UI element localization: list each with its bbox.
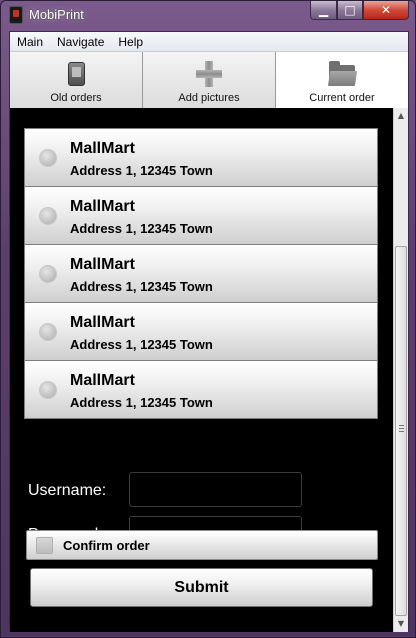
store-list-item[interactable]: MallMart Address 1, 12345 Town (24, 244, 378, 302)
app-icon (9, 6, 23, 24)
app-window: MobiPrint ▁ □ ✕ Main Navigate Help Old o… (0, 0, 416, 638)
tab-bar: Old orders Add pictures Current order (10, 52, 408, 108)
store-address: Address 1, 12345 Town (70, 163, 213, 178)
store-list-item[interactable]: MallMart Address 1, 12345 Town (24, 360, 378, 419)
store-radio[interactable] (39, 323, 57, 341)
tab-add-pictures-label: Add pictures (178, 92, 240, 104)
menu-navigate[interactable]: Navigate (50, 32, 111, 52)
username-label: Username: (28, 482, 107, 499)
phone-icon (61, 60, 91, 88)
store-list-item[interactable]: MallMart Address 1, 12345 Town (24, 128, 378, 186)
maximize-button[interactable]: □ (337, 1, 363, 20)
store-radio[interactable] (39, 381, 57, 399)
client-area: Main Navigate Help Old orders Add pictur… (9, 31, 409, 632)
minimize-button[interactable]: ▁ (310, 1, 337, 20)
tab-old-orders-label: Old orders (50, 92, 102, 104)
folder-icon (327, 60, 358, 88)
title-bar[interactable]: MobiPrint ▁ □ ✕ (1, 1, 415, 29)
vertical-scrollbar[interactable]: ▲ ▼ (393, 108, 408, 632)
store-radio[interactable] (39, 265, 57, 283)
confirm-order-row[interactable]: Confirm order (26, 530, 378, 560)
menu-main[interactable]: Main (10, 32, 50, 52)
window-controls: ▁ □ ✕ (310, 1, 409, 21)
scroll-up-icon[interactable]: ▲ (394, 108, 408, 124)
store-list-item[interactable]: MallMart Address 1, 12345 Town (24, 186, 378, 244)
username-field[interactable] (129, 472, 302, 507)
store-name: MallMart (70, 198, 135, 215)
scroll-thumb[interactable] (395, 246, 407, 616)
menu-help[interactable]: Help (111, 32, 150, 52)
tab-old-orders[interactable]: Old orders (10, 52, 143, 108)
store-radio[interactable] (39, 207, 57, 225)
current-order-panel: MallMart Address 1, 12345 Town MallMart … (10, 108, 408, 632)
store-name: MallMart (70, 256, 135, 273)
tab-current-order[interactable]: Current order (276, 52, 408, 108)
store-address: Address 1, 12345 Town (70, 337, 213, 352)
store-address: Address 1, 12345 Town (70, 279, 213, 294)
confirm-order-label: Confirm order (63, 538, 150, 553)
plus-icon (194, 60, 224, 88)
store-name: MallMart (70, 140, 135, 157)
store-name: MallMart (70, 314, 135, 331)
confirm-order-checkbox[interactable] (36, 537, 53, 554)
store-address: Address 1, 12345 Town (70, 221, 213, 236)
store-address: Address 1, 12345 Town (70, 395, 213, 410)
close-button[interactable]: ✕ (363, 1, 409, 20)
store-list: MallMart Address 1, 12345 Town MallMart … (24, 128, 378, 420)
store-radio[interactable] (39, 149, 57, 167)
tab-current-order-label: Current order (309, 92, 375, 104)
store-list-item[interactable]: MallMart Address 1, 12345 Town (24, 302, 378, 360)
scroll-down-icon[interactable]: ▼ (394, 616, 408, 632)
tab-add-pictures[interactable]: Add pictures (143, 52, 276, 108)
window-title: MobiPrint (29, 7, 84, 22)
submit-button[interactable]: Submit (30, 568, 373, 607)
menu-bar: Main Navigate Help (10, 32, 408, 52)
store-name: MallMart (70, 372, 135, 389)
grip-icon (399, 425, 404, 432)
